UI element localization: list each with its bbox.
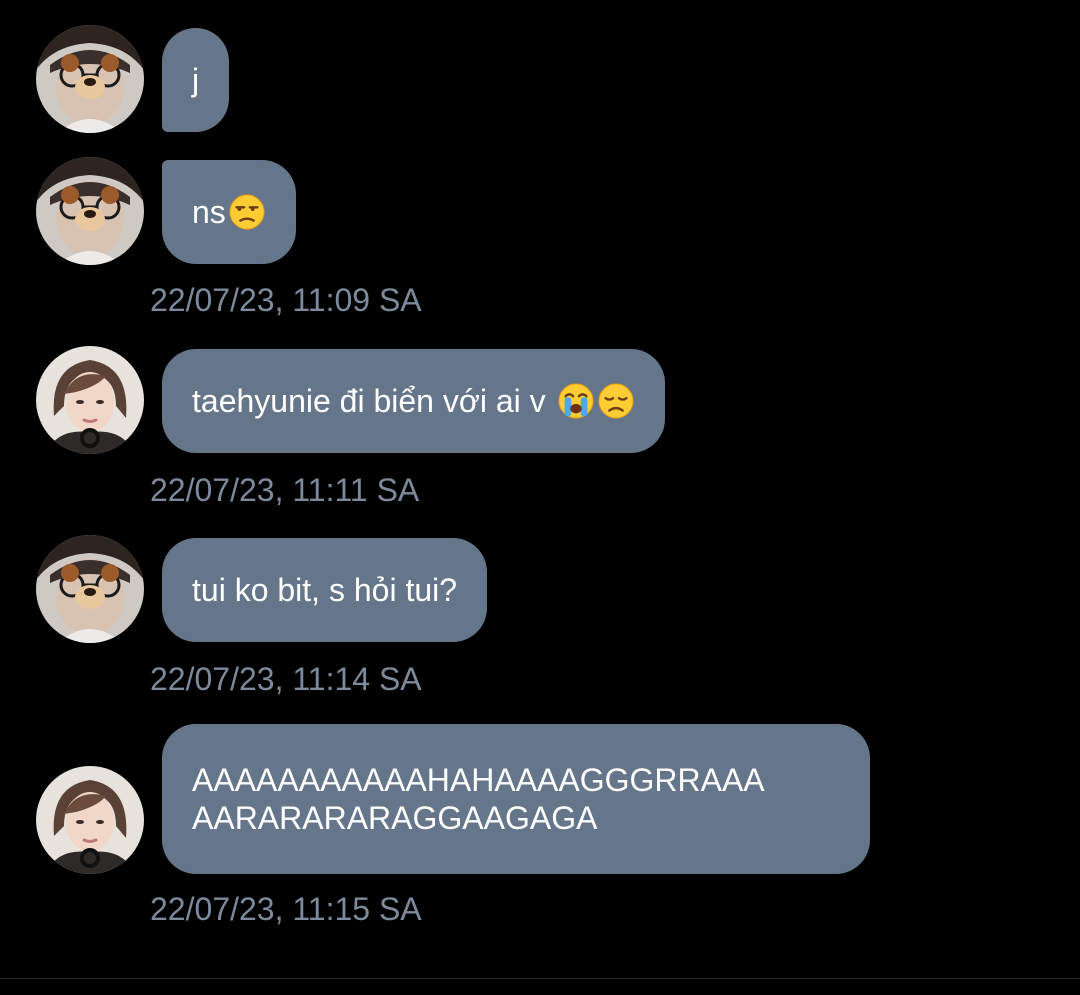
taehyun-avatar-image [36, 766, 144, 874]
message-text-line: ns [192, 193, 266, 231]
message-text-line-1: AAAAAAAAAAAHAHAAAAGGGRRAAA [192, 762, 765, 798]
bear-filter-avatar-image [36, 157, 144, 265]
message-text: j [192, 62, 200, 98]
message-bubble[interactable]: j [162, 28, 230, 132]
bottom-divider [0, 978, 1080, 979]
message-text: taehyunie đi biển với ai v [192, 383, 555, 419]
message-timestamp: 22/07/23, 11:09 SA [150, 282, 422, 318]
message-timestamp: 22/07/23, 11:15 SA [150, 891, 422, 927]
avatar-taehyun[interactable] [36, 346, 144, 454]
message-text: tui ko bit, s hỏi tui? [192, 572, 458, 608]
disappointed-face-emoji-icon [597, 383, 634, 419]
bear-filter-avatar-image [36, 535, 144, 643]
avatar-bear-filter[interactable] [36, 25, 144, 133]
bear-filter-avatar-image [36, 25, 144, 133]
unamused-face-emoji-icon [229, 194, 265, 230]
message-bubble[interactable]: AAAAAAAAAAAHAHAAAAGGGRRAAA AARARARARAGGA… [162, 724, 870, 874]
loudly-crying-face-emoji-icon [557, 383, 594, 419]
message-text-line: taehyunie đi biển với ai v [192, 382, 635, 420]
message-bubble[interactable]: taehyunie đi biển với ai v [162, 349, 665, 453]
avatar-bear-filter[interactable] [36, 535, 144, 643]
message-text-line-2: AARARARARAGGAAGAGA [192, 800, 598, 836]
taehyun-avatar-image [36, 346, 144, 454]
avatar-taehyun[interactable] [36, 766, 144, 874]
message-text: ns [192, 194, 226, 230]
message-bubble[interactable]: tui ko bit, s hỏi tui? [162, 538, 488, 642]
message-bubble[interactable]: ns [162, 160, 296, 264]
avatar-bear-filter[interactable] [36, 157, 144, 265]
message-timestamp: 22/07/23, 11:14 SA [150, 661, 422, 697]
message-timestamp: 22/07/23, 11:11 SA [150, 472, 420, 508]
